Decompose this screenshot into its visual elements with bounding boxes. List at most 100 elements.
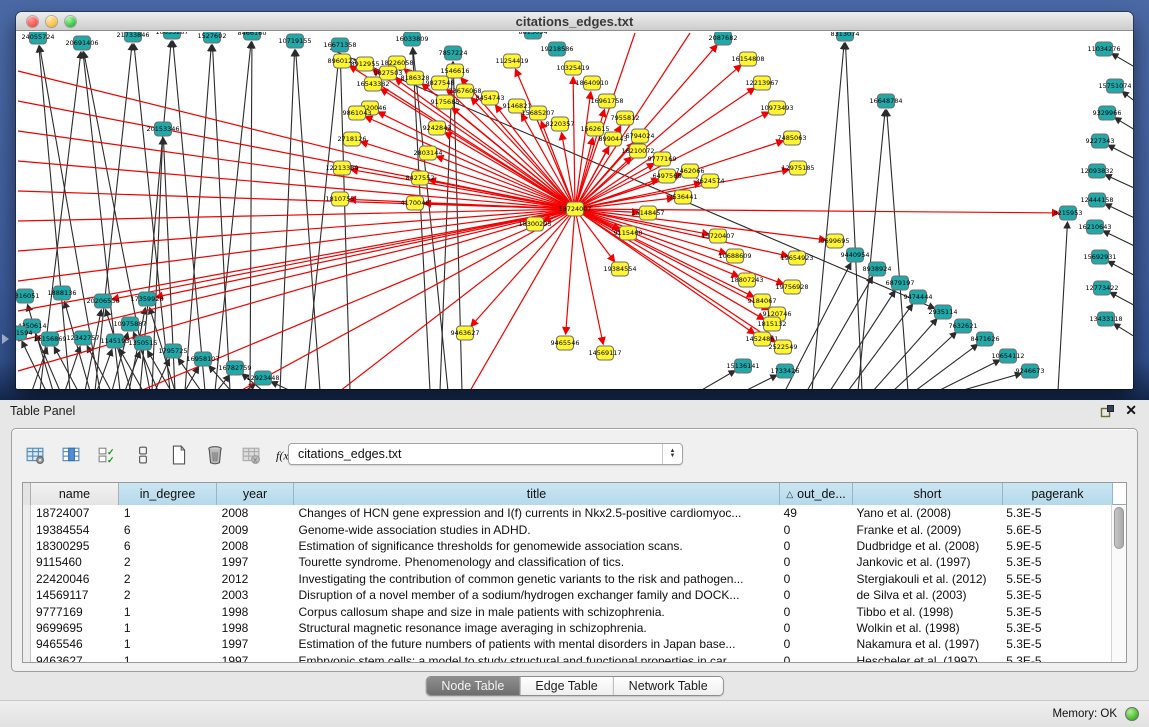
cell-year[interactable]: 1998: [217, 605, 294, 619]
cell-year[interactable]: 1997: [217, 637, 294, 651]
graph-node[interactable]: 7485063: [778, 131, 807, 145]
cell-out_degree[interactable]: 49: [779, 506, 852, 520]
graph-edge[interactable]: [1108, 145, 1133, 164]
cell-out_degree[interactable]: 0: [779, 605, 852, 619]
graph-edge[interactable]: [280, 50, 295, 389]
cell-short[interactable]: Franke et al. (2009): [851, 523, 1001, 537]
graph-node[interactable]: 12213967: [745, 76, 778, 90]
cell-year[interactable]: 2012: [217, 572, 294, 586]
graph-node[interactable]: 9465546: [551, 336, 580, 350]
graph-edge[interactable]: [1115, 118, 1133, 136]
graph-node[interactable]: 1527602: [198, 32, 227, 43]
graph-node[interactable]: 9246673: [1016, 364, 1045, 378]
graph-edge[interactable]: [1105, 175, 1133, 193]
graph-node[interactable]: 12975185: [781, 161, 814, 175]
cell-pagerank[interactable]: 5.9E-5: [1001, 539, 1111, 553]
graph-node[interactable]: 16671358: [323, 38, 356, 52]
graph-edge[interactable]: [365, 117, 575, 209]
graph-node[interactable]: 13433118: [1089, 312, 1122, 326]
graph-node[interactable]: 15692931: [1083, 250, 1116, 264]
graph-node[interactable]: 18640910: [575, 76, 608, 90]
graph-node[interactable]: 19654923: [780, 251, 813, 265]
graph-edge[interactable]: [812, 43, 844, 389]
graph-edge[interactable]: [573, 77, 575, 209]
graph-node[interactable]: 19384554: [603, 262, 636, 276]
graph-node[interactable]: 2316051: [16, 289, 39, 303]
graph-edge[interactable]: [887, 110, 908, 389]
cell-year[interactable]: 1997: [217, 555, 294, 569]
graph-edge[interactable]: [893, 332, 956, 389]
graph-node[interactable]: 4170046: [401, 196, 430, 210]
cell-pagerank[interactable]: 5.6E-5: [1001, 523, 1111, 537]
graph-node[interactable]: 11156869: [33, 332, 66, 346]
table-row[interactable]: 977716911998Corpus callosum shape and si…: [23, 603, 1111, 619]
graph-node[interactable]: 10719155: [278, 34, 311, 48]
cell-in_degree[interactable]: 1: [119, 654, 217, 662]
graph-node[interactable]: 6879197: [886, 276, 915, 290]
cell-year[interactable]: 1997: [217, 654, 294, 662]
graph-node[interactable]: 20691406: [65, 36, 98, 50]
cell-name[interactable]: 19384554: [31, 523, 119, 537]
graph-edge[interactable]: [566, 209, 575, 334]
cell-name[interactable]: 14569117: [31, 588, 119, 602]
graph-edge[interactable]: [830, 291, 895, 389]
cell-name[interactable]: 22420046: [31, 572, 119, 586]
cell-pagerank[interactable]: 5.3E-5: [1001, 621, 1111, 635]
graph-edge[interactable]: [22, 341, 46, 389]
cell-out_degree[interactable]: 0: [779, 588, 852, 602]
window-titlebar[interactable]: citations_edges.txt: [16, 12, 1133, 31]
cell-name[interactable]: 9777169: [31, 605, 119, 619]
graph-node[interactable]: 9329966: [1093, 106, 1122, 120]
graph-node[interactable]: 24055724: [21, 32, 54, 44]
cell-short[interactable]: Dudbridge et al. (2008): [851, 539, 1001, 553]
cell-in_degree[interactable]: 6: [119, 539, 217, 553]
cell-pagerank[interactable]: 5.3E-5: [1001, 637, 1111, 651]
graph-edge[interactable]: [125, 351, 140, 389]
cell-out_degree[interactable]: 0: [779, 572, 852, 586]
graph-edge[interactable]: [1122, 91, 1133, 109]
column-header-title[interactable]: title: [294, 483, 780, 505]
cell-short[interactable]: Wolkin et al. (1998): [851, 621, 1001, 635]
graph-node[interactable]: 9440954: [841, 248, 870, 262]
graph-node[interactable]: 6794024: [626, 129, 655, 143]
cell-pagerank[interactable]: 5.3E-5: [1001, 555, 1111, 569]
float-panel-icon[interactable]: [1100, 404, 1115, 419]
cell-name[interactable]: 18300295: [31, 539, 119, 553]
graph-node[interactable]: 2536441: [669, 190, 698, 204]
cell-name[interactable]: 18724007: [31, 506, 119, 520]
cell-pagerank[interactable]: 5.3E-5: [1001, 605, 1111, 619]
graph-node[interactable]: 15136141: [726, 359, 759, 373]
cell-in_degree[interactable]: 1: [119, 621, 217, 635]
close-panel-icon[interactable]: ✕: [1125, 402, 1137, 419]
cell-name[interactable]: 9699695: [31, 621, 119, 635]
graph-edge[interactable]: [215, 42, 251, 389]
table-row[interactable]: 911546021997Tourette syndrome. Phenomeno…: [23, 554, 1111, 570]
graph-node[interactable]: 15720407: [701, 229, 734, 243]
graph-node[interactable]: 1795725: [159, 344, 188, 358]
graph-node[interactable]: 16958107: [186, 352, 219, 366]
graph-node[interactable]: 21733846: [116, 32, 149, 42]
graph-node[interactable]: 16648784: [869, 94, 902, 108]
cell-title[interactable]: Changes of HCN gene expression and I(f) …: [294, 506, 779, 520]
cell-short[interactable]: Nakamura et al. (1997): [851, 637, 1001, 651]
graph-node[interactable]: 19218586: [540, 42, 573, 56]
graph-edge[interactable]: [305, 54, 339, 389]
graph-node[interactable]: 2718126: [338, 132, 367, 146]
cell-name[interactable]: 9465546: [31, 637, 119, 651]
graph-edge[interactable]: [1112, 54, 1133, 73]
cell-in_degree[interactable]: 2: [119, 588, 217, 602]
table-row[interactable]: 969969511998Structural magnetic resonanc…: [23, 620, 1111, 636]
column-header-in_degree[interactable]: in_degree: [119, 483, 217, 505]
graph-edge[interactable]: [1114, 324, 1133, 343]
graph-node[interactable]: 10973493: [760, 101, 793, 115]
graph-edge[interactable]: [18, 209, 575, 371]
cell-name[interactable]: 9115460: [31, 555, 119, 569]
graph-node[interactable]: 10653287: [155, 32, 188, 39]
cell-title[interactable]: Estimation of the future numbers of pati…: [294, 637, 779, 651]
graph-node[interactable]: 16033809: [395, 32, 428, 46]
cell-title[interactable]: Structural magnetic resonance image aver…: [294, 621, 779, 635]
cell-title[interactable]: Tourette syndrome. Phenomenology and cla…: [294, 555, 779, 569]
cell-year[interactable]: 1998: [217, 621, 294, 635]
tab-node-table[interactable]: Node Table: [426, 677, 519, 695]
table-row[interactable]: 1938455462009Genome-wide association stu…: [23, 521, 1111, 537]
